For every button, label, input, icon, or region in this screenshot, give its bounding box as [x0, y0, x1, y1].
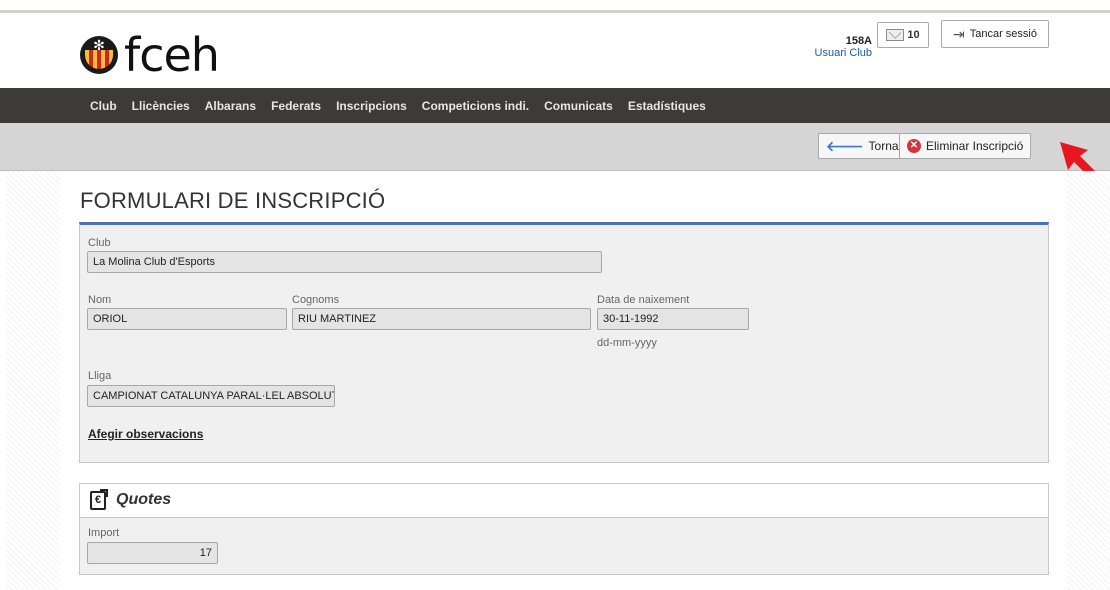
club-field[interactable]: La Molina Club d'Esports: [87, 251, 602, 273]
user-role: Usuari Club: [814, 47, 872, 59]
nav-item-inscripcions[interactable]: Inscripcions: [336, 99, 407, 113]
delete-inscription-button[interactable]: ✕ Eliminar Inscripció: [899, 133, 1032, 159]
page-title: FORMULARI DE INSCRIPCIÓ: [80, 188, 386, 213]
logout-button[interactable]: ⇥ Tancar sessió: [941, 20, 1049, 48]
birthdate-hint: dd-mm-yyyy: [597, 337, 657, 349]
quotes-panel: € Quotes Import 17: [79, 483, 1049, 575]
main-nav: Club Llicències Albarans Federats Inscri…: [0, 88, 1110, 123]
add-observations-link[interactable]: Afegir observacions: [88, 427, 203, 441]
nav-item-llicencies[interactable]: Llicències: [132, 99, 190, 113]
messages-button[interactable]: 10: [877, 22, 929, 48]
import-field[interactable]: 17: [87, 542, 218, 564]
quotes-header: € Quotes: [80, 484, 1048, 518]
birthdate-field[interactable]: 30-11-1992: [597, 308, 749, 330]
logo[interactable]: ✻ fceh: [80, 25, 220, 85]
nom-field[interactable]: ORIOL: [87, 308, 287, 330]
lliga-label: Lliga: [88, 370, 112, 382]
nav-item-federats[interactable]: Federats: [271, 99, 321, 113]
arrow-left-icon: 🡐: [826, 137, 864, 154]
logout-icon: ⇥: [953, 26, 965, 42]
messages-count: 10: [907, 29, 920, 41]
user-info: 158A Usuari Club: [815, 35, 872, 59]
quotes-title: Quotes: [116, 491, 172, 508]
lliga-field[interactable]: CAMPIONAT CATALUNYA PARAL·LEL ABSOLUT: [87, 385, 335, 407]
delete-label: Eliminar Inscripció: [926, 139, 1024, 153]
nom-label: Nom: [88, 294, 112, 306]
nav-item-club[interactable]: Club: [90, 99, 117, 113]
birthdate-label: Data de naixement: [597, 294, 690, 306]
x-circle-icon: ✕: [907, 139, 921, 153]
nav-item-albarans[interactable]: Albarans: [205, 99, 256, 113]
nav-item-comunicats[interactable]: Comunicats: [544, 99, 613, 113]
back-button[interactable]: 🡐 Tornar: [818, 133, 911, 159]
logout-label: Tancar sessió: [969, 28, 1037, 40]
user-code: 158A: [845, 35, 872, 47]
nav-item-estadistiques[interactable]: Estadístiques: [628, 99, 706, 113]
import-label: Import: [88, 527, 120, 539]
cognoms-label: Cognoms: [292, 294, 340, 306]
snowflake-seal-icon: ✻: [80, 36, 118, 74]
club-label: Club: [88, 237, 111, 249]
cognoms-field[interactable]: RIU MARTINEZ: [292, 308, 591, 330]
back-label: Tornar: [868, 139, 903, 153]
logo-text: fceh: [124, 28, 220, 82]
envelope-icon: [886, 29, 905, 41]
inscription-form-panel: Club La Molina Club d'Esports Nom ORIOL …: [79, 222, 1049, 463]
euro-document-icon: €: [90, 489, 108, 510]
action-toolbar: 🡐 Tornar ✕ Eliminar Inscripció: [0, 123, 1110, 171]
nav-item-competicions[interactable]: Competicions indi.: [422, 99, 529, 113]
